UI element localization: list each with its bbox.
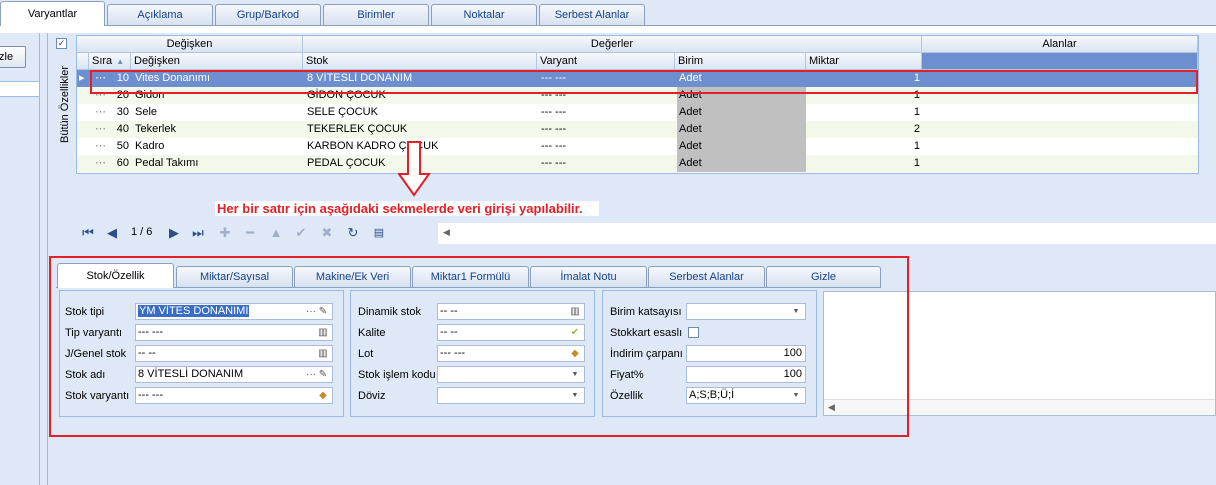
down-arrow-icon	[398, 141, 431, 197]
horizontal-scrollbar[interactable]: ◀	[438, 222, 1216, 244]
cell-stok[interactable]: SELE ÇOCUK	[305, 104, 535, 121]
cell-varyant[interactable]: --- ---	[539, 138, 673, 155]
last-record-icon[interactable]: ⏭	[189, 225, 207, 241]
band-alanlar: Alanlar	[922, 36, 1198, 53]
row-indicator-header	[77, 53, 89, 70]
table-row[interactable]: ⋯ 40 Tekerlek TEKERLEK ÇOCUK --- --- Adet 2	[77, 121, 1198, 138]
record-counter: 1 / 6	[131, 226, 153, 238]
scroll-left-icon[interactable]: ◀	[443, 227, 450, 238]
col-degisken[interactable]: Değişken	[131, 53, 303, 70]
col-sira[interactable]: Sıra ▲	[89, 53, 131, 70]
tab-varyantlar[interactable]: Varyantlar	[0, 1, 105, 26]
add-record-icon[interactable]: ✚	[216, 225, 234, 241]
tab-strip	[0, 25, 1216, 33]
tab-aciklama[interactable]: Açıklama	[107, 4, 213, 25]
col-stok[interactable]: Stok	[303, 53, 537, 70]
left-panel: zle	[0, 33, 40, 485]
tab-noktalar[interactable]: Noktalar	[431, 4, 537, 25]
cell-sira[interactable]: 50	[89, 138, 131, 155]
edit-record-icon[interactable]: ▲	[267, 225, 285, 241]
cell-alanlar[interactable]	[922, 155, 1198, 172]
next-record-icon[interactable]: ▶	[165, 225, 183, 241]
cell-degisken[interactable]: Pedal Takımı	[133, 155, 301, 172]
cell-sira[interactable]: 40	[89, 121, 131, 138]
band-degerler: Değerler	[303, 36, 922, 53]
table-row[interactable]: ⋯ 30 Sele SELE ÇOCUK --- --- Adet 1	[77, 104, 1198, 121]
tab-serbest-alanlar[interactable]: Serbest Alanlar	[539, 4, 645, 25]
row-indicator	[79, 155, 89, 172]
row-indicator	[79, 121, 89, 138]
cell-miktar[interactable]: 1	[806, 155, 922, 172]
row-indicator	[79, 104, 89, 121]
annotation-text: Her bir satır için aşağıdaki sekmelerde …	[215, 201, 599, 216]
tab-grup-barkod[interactable]: Grup/Barkod	[215, 4, 321, 25]
table-row[interactable]: ⋯ 60 Pedal Takımı PEDAL ÇOCUK --- --- Adet 1	[77, 155, 1198, 172]
cell-birim[interactable]: Adet	[677, 155, 806, 172]
cell-degisken[interactable]: Sele	[133, 104, 301, 121]
row-indicator	[79, 87, 89, 104]
left-button[interactable]: zle	[0, 46, 26, 68]
refresh-icon[interactable]: ↻	[344, 225, 362, 241]
cell-varyant[interactable]: --- ---	[539, 155, 673, 172]
vertical-title-label: Bütün Özellikler	[59, 65, 71, 143]
cell-sira[interactable]: 30	[89, 104, 131, 121]
cell-alanlar[interactable]	[922, 121, 1198, 138]
col-birim[interactable]: Birim	[675, 53, 806, 70]
confirm-icon[interactable]: ✔	[292, 225, 310, 241]
prev-record-icon[interactable]: ◀	[103, 225, 121, 241]
cell-birim[interactable]: Adet	[677, 138, 806, 155]
cell-varyant[interactable]: --- ---	[539, 104, 673, 121]
vertical-title: Bütün Özellikler	[55, 35, 75, 175]
divider	[47, 33, 48, 485]
filter-icon[interactable]: ▤	[370, 225, 388, 241]
cell-sira[interactable]: 60	[89, 155, 131, 172]
tab-birimler[interactable]: Birimler	[323, 4, 429, 25]
sort-asc-icon: ▲	[116, 57, 125, 66]
cell-birim[interactable]: Adet	[677, 104, 806, 121]
cell-degisken[interactable]: Kadro	[133, 138, 301, 155]
cell-miktar[interactable]: 2	[806, 121, 922, 138]
variants-grid: Değişken Değerler Alanlar Sıra ▲ Değişken…	[76, 35, 1199, 174]
delete-record-icon[interactable]: ━	[241, 225, 259, 241]
col-varyant[interactable]: Varyant	[537, 53, 675, 70]
cell-degisken[interactable]: Tekerlek	[133, 121, 301, 138]
navigator-bar: ⏮ ◀ 1 / 6 ▶ ⏭ ✚ ━ ▲ ✔ ✖ ↻ ▤ ◀	[76, 222, 1216, 244]
tab-stok-ozellik[interactable]: Stok/Özellik	[57, 263, 174, 288]
cell-varyant[interactable]: --- ---	[539, 121, 673, 138]
cancel-icon[interactable]: ✖	[318, 225, 336, 241]
cell-miktar[interactable]: 1	[806, 138, 922, 155]
cell-alanlar[interactable]	[922, 104, 1198, 121]
table-row[interactable]: ⋯ 50 Kadro KARBON KADRO ÇOCUK --- --- Adet 1	[77, 138, 1198, 155]
cell-miktar[interactable]: 1	[806, 104, 922, 121]
row-pointer-icon: ▸	[79, 72, 85, 84]
first-record-icon[interactable]: ⏮	[79, 225, 97, 241]
col-sira-label: Sıra	[92, 55, 113, 67]
selected-row-highlight	[90, 70, 1198, 94]
cell-stok[interactable]: TEKERLEK ÇOCUK	[305, 121, 535, 138]
cell-birim[interactable]: Adet	[677, 121, 806, 138]
col-alanlar[interactable]	[922, 53, 1198, 70]
tabs-highlight	[49, 256, 909, 437]
row-indicator	[79, 138, 89, 155]
cell-alanlar[interactable]	[922, 138, 1198, 155]
col-miktar[interactable]: Miktar	[806, 53, 922, 70]
band-degisken: Değişken	[77, 36, 303, 53]
left-list-item[interactable]	[0, 81, 39, 97]
